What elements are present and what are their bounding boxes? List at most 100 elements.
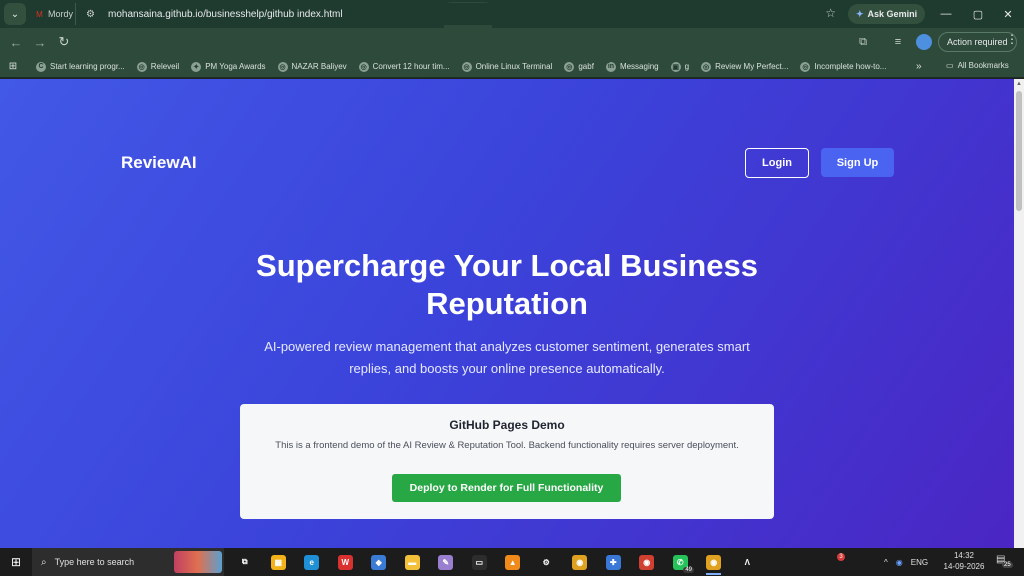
bookmarks-overflow-button[interactable]: » xyxy=(916,61,922,72)
bookmark-c-icon: C xyxy=(36,61,46,72)
bookmark-item[interactable]: C Start learning progr... xyxy=(36,61,125,72)
wps-icon: W xyxy=(337,554,353,570)
taskbar-apps: ⧉ ▦ e W ◆ ▬ ✎ ▭ ▲ ⚙ ◉ ✚ ◉ ✆ 49 ◉ Λ xyxy=(228,548,764,576)
bookmark-item[interactable]: ✦ PM Yoga Awards xyxy=(191,61,266,72)
app-blue-icon: ◆ xyxy=(371,554,387,570)
taskbar-app[interactable]: ✚ xyxy=(597,548,631,576)
action-required-button[interactable]: Action required xyxy=(938,32,1017,52)
bookmark-item[interactable]: ◎ Incomplete how-to... xyxy=(800,61,887,72)
chrome-icon: ◉ xyxy=(639,554,655,570)
notification-badge: 3 xyxy=(837,553,845,561)
all-bookmarks-label: All Bookmarks xyxy=(957,61,1009,70)
search-icon: ⌕ xyxy=(41,556,47,568)
bookmark-label: gabf xyxy=(578,62,594,71)
search-highlight-image xyxy=(174,551,222,573)
forward-button[interactable]: → xyxy=(28,30,52,54)
bookmark-item[interactable]: ◎ gabf xyxy=(564,61,594,72)
taskbar-app[interactable]: ⧉ xyxy=(228,548,262,576)
taskbar-app[interactable]: ▦ xyxy=(262,548,296,576)
bookmark-item[interactable]: in Messaging xyxy=(605,61,659,72)
tab-title: Mordy xyxy=(48,9,74,19)
ask-gemini-label: Ask Gemini xyxy=(867,9,918,19)
demo-text: This is a frontend demo of the AI Review… xyxy=(275,440,739,451)
address-bar[interactable]: ⚙ mohansaina.github.io/businesshelp/gith… xyxy=(78,3,844,25)
browser-menu-icon[interactable]: ⋮ xyxy=(1006,32,1018,46)
globe-icon: ◎ xyxy=(277,61,288,72)
deploy-button[interactable]: Deploy to Render for Full Functionality xyxy=(392,474,621,502)
chrome-icon: ◉ xyxy=(706,554,722,570)
bookmark-star-icon[interactable]: ☆ xyxy=(825,6,836,20)
globe-icon: ◎ xyxy=(358,61,369,72)
globe-icon: ◎ xyxy=(461,61,472,72)
taskbar-app[interactable]: ◉ xyxy=(563,548,597,576)
taskbar-app[interactable]: ▲ xyxy=(496,548,530,576)
taskbar-app[interactable]: ◆ xyxy=(362,548,396,576)
settings-icon: ⚙ xyxy=(538,554,554,570)
page-icon: ▣ xyxy=(670,61,681,72)
page-scrollbar[interactable]: ▲ xyxy=(1014,79,1024,548)
scrollbar-thumb[interactable] xyxy=(1016,91,1022,211)
taskbar-app[interactable]: ▭ xyxy=(463,548,497,576)
hero-title: Supercharge Your Local Business Reputati… xyxy=(256,248,758,321)
windows-start-icon[interactable]: ⊞ xyxy=(0,548,32,576)
tray-expand-icon[interactable]: ^ xyxy=(884,558,888,567)
bookmark-label: Start learning progr... xyxy=(50,62,125,71)
bookmark-label: g xyxy=(684,62,690,71)
bookmarks-bar: ⊞ C Start learning progr... ◎ Releveil ✦ PM Y… xyxy=(0,56,1024,78)
back-button[interactable]: ← xyxy=(4,30,28,54)
taskbar-app[interactable]: ⚙ xyxy=(530,548,564,576)
tab-search-button[interactable]: ⌄ xyxy=(4,3,26,25)
taskbar-app[interactable]: ◉ xyxy=(697,548,731,576)
language-indicator[interactable]: ENG xyxy=(911,558,928,567)
taskbar-clock[interactable]: 14:32 14-09-2026 xyxy=(940,550,988,572)
signup-button[interactable]: Sign Up xyxy=(821,148,894,177)
all-bookmarks-button[interactable]: ▭ All Bookmarks xyxy=(946,61,1009,70)
network-icon[interactable]: ◉ xyxy=(896,558,903,567)
taskbar-search-box[interactable]: ⌕ Type here to search xyxy=(32,548,224,576)
bookmark-label: Releveil xyxy=(150,62,180,71)
taskbar-app[interactable]: W xyxy=(329,548,363,576)
login-button[interactable]: Login xyxy=(745,148,809,178)
linkedin-icon: in xyxy=(605,61,616,72)
apps-grid-icon[interactable]: ⊞ xyxy=(0,61,26,72)
bookmark-label: Convert 12 hour tim... xyxy=(372,62,450,71)
bookmark-item[interactable]: ◎ Convert 12 hour tim... xyxy=(358,61,450,72)
site-logo[interactable]: ReviewAI xyxy=(121,153,197,173)
globe-icon: ◎ xyxy=(701,61,712,72)
media-controls-icon[interactable]: ≡ xyxy=(886,30,910,54)
bookmark-item[interactable]: ◎ Review My Perfect... xyxy=(701,61,788,72)
url-text: mohansaina.github.io/businesshelp/github… xyxy=(108,8,343,20)
demo-title: GitHub Pages Demo xyxy=(449,418,565,432)
hero-subtitle: AI-powered review management that analyz… xyxy=(264,339,750,376)
close-window-button[interactable]: ✕ xyxy=(990,0,1024,28)
taskbar-app[interactable]: ✆ 49 xyxy=(664,548,698,576)
bookmark-label: Incomplete how-to... xyxy=(814,62,887,71)
bookmark-item[interactable]: ◎ Releveil xyxy=(136,61,180,72)
system-tray: ^ ◉ ENG xyxy=(884,548,928,576)
site-info-icon[interactable]: ⚙ xyxy=(86,9,104,20)
taskbar-app[interactable]: ◉ xyxy=(630,548,664,576)
vlc-icon: ▲ xyxy=(505,554,521,570)
taskbar-app[interactable]: e xyxy=(295,548,329,576)
folder-icon: ▭ xyxy=(946,61,954,70)
bookmark-item[interactable]: ▣ g xyxy=(670,61,690,72)
bookmark-item[interactable]: ◎ Online Linux Terminal xyxy=(461,61,552,72)
taskbar-app[interactable]: ✎ xyxy=(429,548,463,576)
taskbar-search-placeholder: Type here to search xyxy=(54,557,135,567)
app-badge: 49 xyxy=(683,567,694,573)
bookmark-item[interactable]: ◎ NAZAR Baliyev xyxy=(277,61,347,72)
clock-time: 14:32 xyxy=(953,551,975,560)
browser-tab[interactable]: M Mordy xyxy=(30,3,76,25)
scroll-up-icon[interactable]: ▲ xyxy=(1016,81,1022,87)
taskbar-app[interactable]: ▬ xyxy=(396,548,430,576)
taskbar-app[interactable]: Λ xyxy=(731,548,765,576)
reload-button[interactable]: ↻ xyxy=(52,30,76,54)
gemini-icon: ✦ xyxy=(856,8,864,19)
globe-icon: ◎ xyxy=(800,61,811,72)
minimize-button[interactable]: — xyxy=(928,0,964,28)
web-page: ReviewAI Login Sign Up Supercharge Your … xyxy=(0,79,1014,548)
task-view-icon: ⧉ xyxy=(237,554,253,570)
extensions-icon[interactable]: ⧉ xyxy=(851,30,875,54)
ask-gemini-button[interactable]: ✦ Ask Gemini xyxy=(848,4,926,24)
profile-avatar[interactable] xyxy=(916,34,932,50)
